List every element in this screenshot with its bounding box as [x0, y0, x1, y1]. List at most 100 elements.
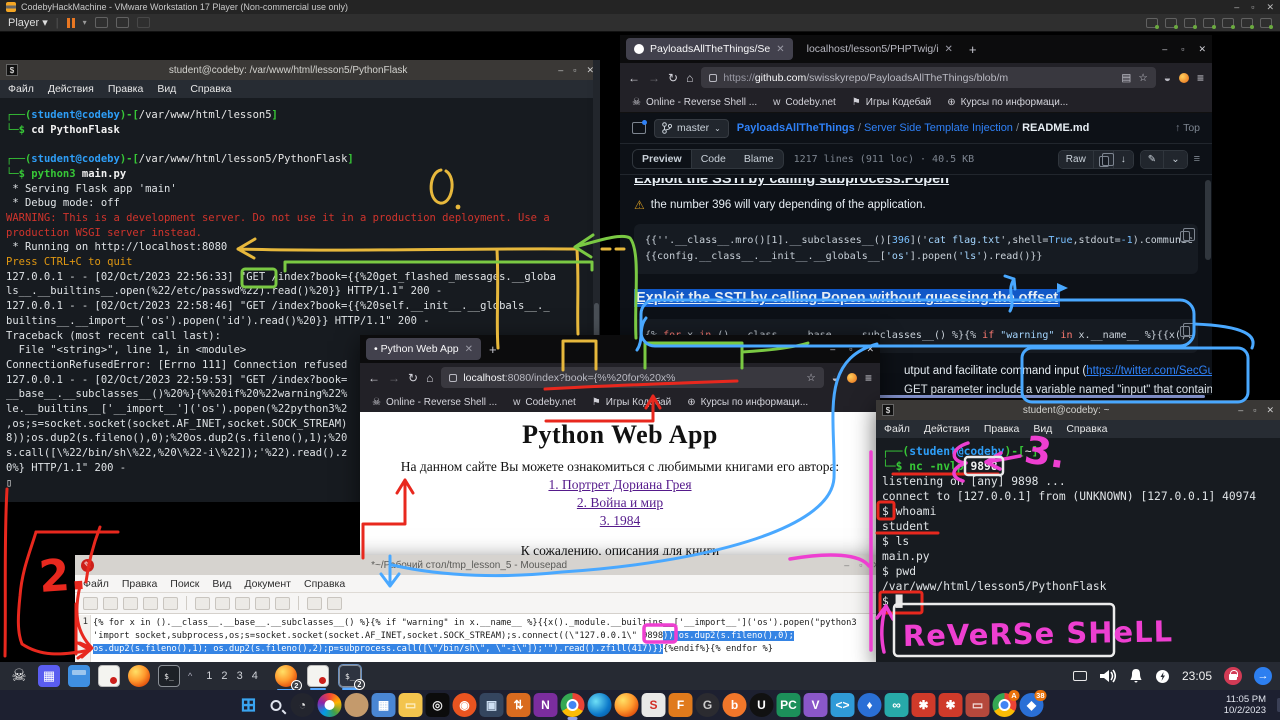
- vm-pause-icon[interactable]: [67, 18, 75, 28]
- host-taskbar-app[interactable]: [318, 693, 342, 717]
- search-replace-icon[interactable]: [327, 597, 342, 610]
- window-close-button[interactable]: ✕: [866, 344, 874, 355]
- terminal-menu-item[interactable]: Файл: [8, 83, 34, 95]
- screen-lock-icon[interactable]: [1224, 667, 1242, 685]
- volume-icon[interactable]: [1099, 668, 1117, 684]
- tab-python-web-app[interactable]: • Python Web App✕: [366, 338, 481, 360]
- vm-clock[interactable]: 23:05: [1182, 669, 1212, 683]
- terminal2-close-button[interactable]: ✕: [1266, 405, 1274, 416]
- mousepad-maximize-button[interactable]: ▫: [859, 560, 862, 571]
- window-minimize-button[interactable]: –: [830, 344, 835, 355]
- host-taskbar-app[interactable]: ◆ 38: [1020, 693, 1044, 717]
- search-icon[interactable]: [307, 597, 322, 610]
- mousepad-menu-item[interactable]: Вид: [212, 578, 231, 590]
- updates-icon[interactable]: →: [1254, 667, 1272, 685]
- window-close-button[interactable]: ✕: [1198, 44, 1206, 55]
- copy-icon[interactable]: [255, 597, 270, 610]
- terminal-menu-item[interactable]: Правка: [984, 423, 1019, 435]
- bookmark-item[interactable]: w Codeby.net: [773, 97, 836, 108]
- host-taskbar-app[interactable]: U: [750, 693, 774, 717]
- vm-taskbar-launcher[interactable]: [128, 665, 150, 687]
- show-desktop-icon[interactable]: [1073, 671, 1087, 681]
- reload-icon[interactable]: ↻: [408, 371, 418, 385]
- home-icon[interactable]: ⌂: [686, 71, 693, 85]
- vmware-minimize-button[interactable]: –: [1234, 0, 1239, 14]
- home-icon[interactable]: ⌂: [426, 371, 433, 385]
- reader-mode-icon[interactable]: ▤: [1121, 72, 1131, 84]
- tab-preview[interactable]: Preview: [633, 150, 692, 168]
- outline-icon[interactable]: ≡: [1194, 153, 1200, 165]
- code-block-subprocess[interactable]: {{''.__class__.mro()[1].__subclasses__()…: [634, 224, 1198, 274]
- new-file-icon[interactable]: [83, 597, 98, 610]
- vm-device-icon[interactable]: [1222, 18, 1234, 28]
- app-menu-icon[interactable]: ≡: [865, 371, 872, 385]
- host-taskbar-app[interactable]: [345, 693, 369, 717]
- host-taskbar-app[interactable]: [588, 693, 612, 717]
- edit-pencil-icon[interactable]: ✎: [1141, 151, 1164, 168]
- notifications-bell-icon[interactable]: [1129, 668, 1143, 684]
- bookmark-item[interactable]: ⊕ Курсы по информаци...: [687, 397, 808, 408]
- host-taskbar-app[interactable]: ◉: [453, 693, 477, 717]
- webapp-urlbar[interactable]: localhost:8080/index?book={%%20for%20x% …: [441, 367, 823, 388]
- terminal-menu-item[interactable]: Вид: [1033, 423, 1052, 435]
- host-taskbar-app[interactable]: ▭: [399, 693, 423, 717]
- pocket-icon[interactable]: ◒: [832, 371, 839, 385]
- tab-blame[interactable]: Blame: [735, 150, 783, 168]
- host-taskbar-app[interactable]: ⇅: [507, 693, 531, 717]
- vm-taskbar-launcher[interactable]: ☠: [8, 665, 30, 687]
- send-ctrl-alt-del-icon[interactable]: [95, 17, 108, 28]
- window-maximize-button[interactable]: ▫: [849, 344, 852, 355]
- back-icon[interactable]: ←: [628, 71, 640, 85]
- vmware-close-button[interactable]: ✕: [1266, 0, 1274, 14]
- tab-close-icon[interactable]: ✕: [945, 44, 953, 55]
- bookmark-item[interactable]: w Codeby.net: [513, 397, 576, 408]
- launcher-caret-icon[interactable]: ^: [188, 671, 192, 681]
- vm-device-icon[interactable]: [1184, 18, 1196, 28]
- host-taskbar-app[interactable]: ▦: [372, 693, 396, 717]
- host-taskbar-app[interactable]: N: [534, 693, 558, 717]
- book-link-2[interactable]: 2. Война и мир: [360, 495, 880, 511]
- bookmark-item[interactable]: ☠ Online - Reverse Shell ...: [372, 397, 497, 408]
- scroll-to-top-link[interactable]: ↑ Top: [1175, 122, 1200, 134]
- download-icon[interactable]: ↓: [1114, 151, 1133, 168]
- breadcrumb-folder-link[interactable]: Server Side Template Injection: [864, 122, 1013, 134]
- power-manager-icon[interactable]: [1155, 669, 1170, 684]
- vm-taskbar-launcher[interactable]: [68, 665, 90, 687]
- host-taskbar-app[interactable]: ✱: [939, 693, 963, 717]
- forward-icon[interactable]: →: [648, 71, 660, 85]
- vm-device-icon[interactable]: [1146, 18, 1158, 28]
- vm-taskbar-launcher[interactable]: [98, 665, 120, 687]
- new-tab-button[interactable]: +: [489, 342, 497, 357]
- window-minimize-button[interactable]: –: [1162, 44, 1167, 55]
- host-taskbar-app[interactable]: <>: [831, 693, 855, 717]
- save-as-icon[interactable]: [143, 597, 158, 610]
- github-scrollbar[interactable]: [1205, 180, 1211, 260]
- copy-file-icon[interactable]: [1094, 151, 1114, 168]
- tab-phptwig[interactable]: localhost/lesson5/PHPTwig/i✕: [799, 38, 961, 60]
- book-link-3[interactable]: 3. 1984: [360, 513, 880, 529]
- app-menu-icon[interactable]: ≡: [1197, 71, 1204, 85]
- twitter-link[interactable]: https://twitter.com/SecGus: [1086, 365, 1212, 377]
- host-taskbar-app[interactable]: PC: [777, 693, 801, 717]
- back-icon[interactable]: ←: [368, 371, 380, 385]
- host-taskbar-app[interactable]: ✱: [912, 693, 936, 717]
- host-taskbar-app[interactable]: b: [723, 693, 747, 717]
- bookmark-star-icon[interactable]: ☆: [806, 372, 815, 384]
- mousepad-code[interactable]: {% for x in ().__class__.__base__.__subc…: [91, 615, 886, 662]
- host-taskbar-app[interactable]: ◔: [291, 693, 315, 717]
- terminal-menu-item[interactable]: Действия: [924, 423, 970, 435]
- redo-icon[interactable]: [215, 597, 230, 610]
- vm-taskbar-launcher[interactable]: $_: [158, 665, 180, 687]
- pause-caret-icon[interactable]: ▾: [83, 18, 87, 27]
- terminal2-maximize-button[interactable]: ▫: [1253, 405, 1256, 416]
- tab-payloadsallthethings[interactable]: PayloadsAllTheThings/Se✕: [626, 38, 793, 60]
- vm-taskbar-window-button[interactable]: 2: [275, 665, 297, 687]
- workspace-switcher[interactable]: 1 2 3 4: [206, 670, 261, 682]
- edit-dropdown-icon[interactable]: ⌄: [1164, 151, 1186, 168]
- mousepad-editor[interactable]: 1 {% for x in ().__class__.__base__.__su…: [75, 615, 886, 662]
- open-file-icon[interactable]: [103, 597, 118, 610]
- terminal-menu-item[interactable]: Справка: [190, 83, 231, 95]
- raw-button[interactable]: Raw: [1059, 151, 1094, 168]
- firefox-account-icon[interactable]: [1179, 73, 1189, 83]
- forward-icon[interactable]: →: [388, 371, 400, 385]
